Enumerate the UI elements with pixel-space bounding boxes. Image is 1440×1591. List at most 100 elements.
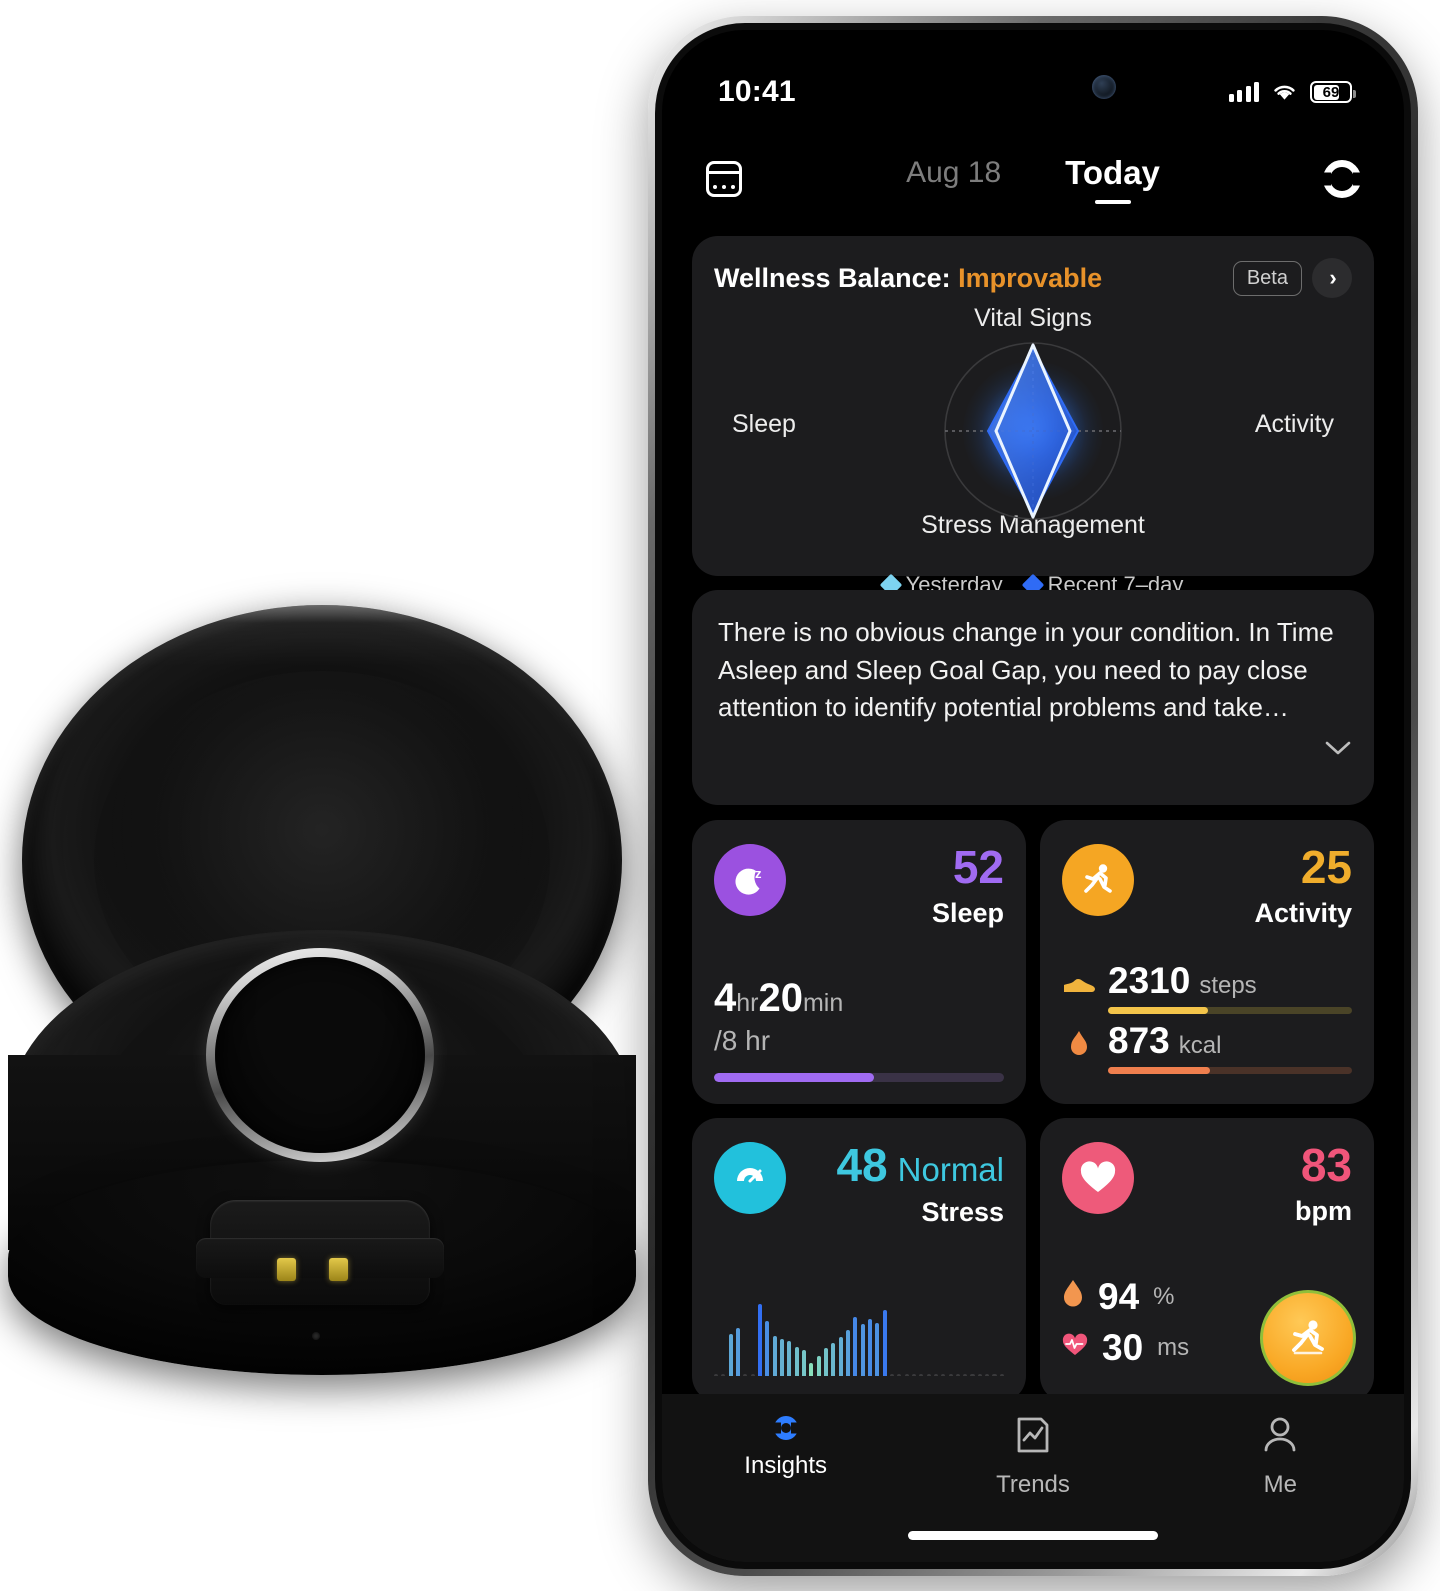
tab-trends-label: Trends (996, 1471, 1070, 1498)
header-tabs: Aug 18 Today (750, 154, 1316, 204)
dynamic-island (924, 56, 1142, 118)
svg-text:z: z (755, 866, 762, 881)
smart-ring-charging-case-image (0, 560, 645, 1560)
front-camera-icon (1092, 75, 1116, 99)
charging-pin (277, 1258, 296, 1281)
radar-axis-label-sleep: Sleep (732, 410, 796, 438)
sleep-hours-unit: hr (736, 989, 759, 1017)
flame-icon (1062, 1030, 1096, 1067)
activity-card-header: 25 Activity (1062, 844, 1352, 929)
gauge-icon (714, 1142, 786, 1214)
activity-steps-col: 2310 steps (1108, 962, 1352, 1014)
tab-insights[interactable]: Insights (662, 1416, 909, 1480)
smart-ring-inner-shadow (216, 960, 424, 1152)
stress-bar (992, 1374, 997, 1376)
stress-bar (735, 1328, 741, 1376)
activity-score: 25 (1300, 841, 1352, 893)
stress-bar (897, 1374, 902, 1376)
heart-pulse-icon (1062, 1333, 1088, 1362)
beta-badge: Beta (1232, 260, 1302, 296)
heart-icon (1062, 1142, 1134, 1214)
activity-steps-unit: steps (1199, 972, 1257, 999)
charging-pad (196, 1200, 444, 1305)
stress-bar (875, 1322, 880, 1376)
stress-bar (794, 1346, 799, 1376)
calendar-button[interactable] (698, 153, 750, 205)
stress-score: 48 (836, 1139, 888, 1191)
tab-me[interactable]: Me (1157, 1416, 1404, 1499)
sleep-goal: /8 hr (714, 1025, 771, 1056)
activity-steps-row: 2310 steps (1062, 962, 1352, 1014)
ring-insights-icon (773, 1416, 798, 1440)
stress-card-header: 48 Normal Stress (714, 1142, 1004, 1228)
running-badge-icon[interactable] (1260, 1290, 1356, 1386)
wellness-description-text: There is no obvious change in your condi… (718, 617, 1334, 723)
activity-card-body: 2310 steps 873 kcal (1062, 962, 1352, 1082)
stress-bar (757, 1304, 763, 1376)
heart-score-block: 83 bpm (1295, 1142, 1352, 1227)
battery-percent: 69 (1322, 83, 1340, 101)
stress-score-row: 48 Normal (836, 1142, 1004, 1189)
stress-bar (926, 1374, 931, 1376)
charging-pin (329, 1258, 348, 1281)
stress-card[interactable]: 48 Normal Stress (692, 1118, 1026, 1402)
sleep-score: 52 (952, 841, 1004, 893)
trends-chart-icon (1016, 1416, 1050, 1459)
tab-trends[interactable]: Trends (909, 1416, 1156, 1499)
tab-insights-label: Insights (744, 1452, 828, 1479)
stress-bar (787, 1341, 792, 1376)
sleep-card-header: z 52 Sleep (714, 844, 1004, 929)
stress-bar (999, 1374, 1004, 1376)
heart-rate-card[interactable]: 83 bpm 94 % 30 ms (1040, 1118, 1374, 1402)
tab-today[interactable]: Today (1065, 154, 1160, 204)
sleep-card[interactable]: z 52 Sleep 4hr20min /8 hr (692, 820, 1026, 1104)
activity-steps-value: 2310 (1108, 960, 1191, 1001)
stress-bar (765, 1320, 770, 1376)
stress-bar (772, 1335, 777, 1376)
heart-rate-value: 83 (1300, 1139, 1352, 1191)
case-status-led (312, 1332, 320, 1340)
radar-axis-label-vital-signs: Vital Signs (974, 304, 1092, 332)
activity-steps-fill (1108, 1007, 1209, 1014)
iphone-mockup: 10:41 69 Aug 18 Today Wellness Balance: … (648, 16, 1418, 1576)
stress-bar (721, 1374, 726, 1376)
sleep-label: Sleep (931, 898, 1004, 928)
wellness-title: Wellness Balance: Improvable (714, 263, 1223, 294)
wellness-status: Improvable (958, 262, 1103, 293)
tab-date[interactable]: Aug 18 (906, 156, 1001, 202)
spo2-unit: % (1153, 1282, 1175, 1310)
wellness-detail-button[interactable]: › (1312, 258, 1352, 298)
stress-bar-chart (714, 1280, 1004, 1376)
blood-drop-icon (1062, 1279, 1084, 1314)
stress-bar (809, 1363, 814, 1376)
calendar-icon (706, 161, 742, 197)
stress-score-block: 48 Normal Stress (836, 1142, 1004, 1228)
activity-kcal-track (1108, 1067, 1352, 1074)
app-header: Aug 18 Today (662, 138, 1404, 220)
wellness-description-card[interactable]: There is no obvious change in your condi… (692, 590, 1374, 805)
stress-bar (963, 1374, 968, 1376)
wellness-balance-card[interactable]: Wellness Balance: Improvable Beta › Vita… (692, 236, 1374, 597)
sleep-minutes: 20 (758, 976, 803, 1020)
stress-bar (838, 1337, 843, 1376)
status-bar-time: 10:41 (718, 75, 796, 108)
stress-bar (853, 1317, 858, 1376)
sleep-progress-track (714, 1073, 1004, 1082)
stress-bar (867, 1318, 873, 1376)
expand-chevron-down-icon[interactable] (1324, 732, 1352, 763)
activity-label: Activity (1254, 898, 1352, 928)
sleep-duration: 4hr20min (714, 976, 1004, 1021)
activity-kcal-fill (1108, 1067, 1211, 1074)
activity-steps-values: 2310 steps (1108, 962, 1352, 1000)
spo2-value: 94 (1098, 1276, 1140, 1317)
running-person-icon (1062, 844, 1134, 916)
home-indicator (908, 1531, 1158, 1540)
battery-icon: 69 (1310, 81, 1356, 103)
activity-card[interactable]: 25 Activity 2310 steps 873 kcal (1040, 820, 1374, 1104)
activity-steps-track (1108, 1007, 1352, 1014)
stress-bar (823, 1348, 829, 1376)
sync-button[interactable] (1316, 153, 1368, 205)
tab-me-label: Me (1263, 1471, 1297, 1498)
stress-bar (882, 1309, 887, 1376)
stress-bar (845, 1330, 851, 1376)
